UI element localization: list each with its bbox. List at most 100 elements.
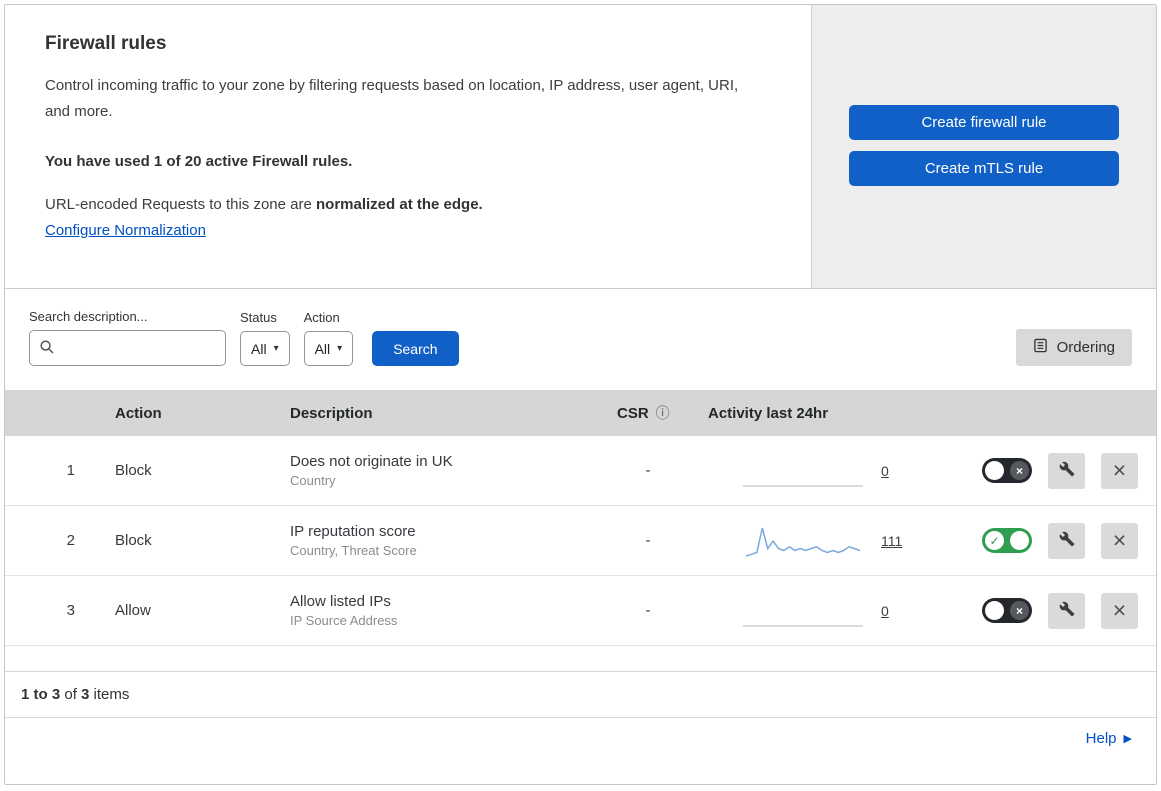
column-description: Description: [290, 404, 373, 422]
action-label: Action: [303, 310, 340, 325]
rule-priority: 1: [66, 462, 75, 479]
chevron-down-icon: ▾: [273, 343, 279, 354]
rule-enabled-toggle[interactable]: [982, 458, 1032, 483]
rule-criteria: Country, Threat Score: [290, 543, 417, 558]
search-box: [29, 330, 226, 366]
rule-action: Block: [115, 462, 152, 479]
wrench-icon: [1059, 461, 1075, 480]
items-suffix: items: [89, 686, 130, 703]
delete-rule-button[interactable]: ×: [1101, 522, 1138, 559]
status-filter: Status All ▾: [240, 310, 290, 366]
filter-bar: Search description... Status All ▾ Actio…: [5, 289, 1156, 390]
column-csr: CSR ⓘ: [603, 403, 693, 423]
toggle-state-icon: [1010, 461, 1029, 480]
arrow-right-icon: ▶: [1123, 733, 1132, 745]
delete-rule-button[interactable]: ×: [1101, 592, 1138, 629]
toggle-state-icon: [1010, 601, 1029, 620]
search-filter: Search description...: [29, 309, 226, 366]
table-footer-spacer: [5, 646, 1156, 672]
activity-count-link[interactable]: 111: [881, 533, 905, 549]
rule-csr-value: -: [645, 602, 651, 619]
action-dropdown-value: All: [314, 340, 331, 357]
help-bar: Help ▶: [5, 718, 1156, 760]
search-button[interactable]: Search: [372, 331, 459, 366]
rule-description-cell: IP reputation score Country, Threat Scor…: [273, 523, 603, 558]
rules-table: Action Description CSR ⓘ Activity last 2…: [5, 390, 1156, 646]
rule-criteria: Country: [290, 473, 336, 488]
edit-rule-button[interactable]: [1048, 592, 1085, 629]
ordering-button[interactable]: Ordering: [1015, 329, 1132, 366]
activity-sparkline: [743, 521, 863, 561]
toggle-knob: [1010, 531, 1029, 550]
normalization-note: URL-encoded Requests to this zone are no…: [45, 196, 771, 213]
normalization-bold: normalized at the edge.: [316, 195, 483, 213]
table-row: 3 Allow Allow listed IPs IP Source Addre…: [5, 576, 1156, 646]
page-header: Firewall rules Control incoming traffic …: [5, 5, 1156, 289]
rule-description-cell: Does not originate in UK Country: [273, 453, 603, 488]
column-action: Action: [115, 404, 162, 422]
search-icon: [39, 339, 55, 360]
edit-rule-button[interactable]: [1048, 522, 1085, 559]
rule-csr-value: -: [645, 532, 651, 549]
usage-summary: You have used 1 of 20 active Firewall ru…: [45, 152, 353, 170]
status-label: Status: [240, 310, 277, 325]
normalization-text: URL-encoded Requests to this zone are: [45, 195, 316, 213]
table-row: 1 Block Does not originate in UK Country…: [5, 436, 1156, 506]
toggle-state-icon: [985, 531, 1004, 550]
items-of: of: [60, 686, 82, 703]
close-icon: ×: [1112, 457, 1127, 483]
info-icon[interactable]: ⓘ: [656, 403, 670, 423]
header-actions-panel: Create firewall rule Create mTLS rule: [811, 5, 1156, 288]
chevron-down-icon: ▾: [337, 343, 343, 354]
edit-rule-button[interactable]: [1048, 452, 1085, 489]
items-range: 1 to 3: [21, 686, 61, 703]
create-mtls-rule-button[interactable]: Create mTLS rule: [849, 151, 1119, 186]
rule-enabled-toggle[interactable]: [982, 528, 1032, 553]
table-row: 2 Block IP reputation score Country, Thr…: [5, 506, 1156, 576]
activity-sparkline: [743, 451, 863, 491]
rule-controls: ×: [943, 452, 1156, 489]
table-header-row: Action Description CSR ⓘ Activity last 2…: [5, 390, 1156, 436]
rule-enabled-toggle[interactable]: [982, 598, 1032, 623]
rule-activity-cell: 0: [693, 591, 943, 631]
rule-description: Allow listed IPs: [290, 593, 391, 610]
help-label: Help: [1085, 730, 1117, 747]
rule-controls: ×: [943, 522, 1156, 559]
column-csr-label: CSR: [617, 404, 649, 422]
delete-rule-button[interactable]: ×: [1101, 452, 1138, 489]
configure-normalization-link[interactable]: Configure Normalization: [45, 222, 206, 239]
rule-description-cell: Allow listed IPs IP Source Address: [273, 593, 603, 628]
close-icon: ×: [1112, 527, 1127, 553]
help-link[interactable]: Help ▶: [1086, 730, 1132, 747]
rule-controls: ×: [943, 592, 1156, 629]
rule-priority: 3: [66, 602, 75, 619]
rule-criteria: IP Source Address: [290, 613, 398, 628]
toggle-knob: [985, 601, 1004, 620]
status-dropdown[interactable]: All ▾: [240, 331, 290, 366]
close-icon: ×: [1112, 597, 1127, 623]
firewall-rules-page: Firewall rules Control incoming traffic …: [4, 4, 1157, 785]
activity-sparkline: [743, 591, 863, 631]
rule-priority: 2: [66, 532, 75, 549]
rule-action: Block: [115, 532, 152, 549]
list-ordering-icon: [1033, 338, 1048, 357]
create-firewall-rule-button[interactable]: Create firewall rule: [849, 105, 1119, 140]
page-description: Control incoming traffic to your zone by…: [45, 77, 739, 121]
rule-description: Does not originate in UK: [290, 453, 453, 470]
action-filter: Action All ▾: [303, 310, 354, 366]
rule-action: Allow: [115, 602, 151, 619]
status-dropdown-value: All: [251, 340, 267, 357]
activity-count-link[interactable]: 0: [881, 463, 905, 479]
activity-count-link[interactable]: 0: [881, 603, 905, 619]
rule-csr-value: -: [645, 462, 651, 479]
action-dropdown[interactable]: All ▾: [303, 331, 354, 366]
wrench-icon: [1059, 531, 1075, 550]
search-input[interactable]: [29, 330, 226, 366]
ordering-button-label: Ordering: [1056, 339, 1115, 356]
search-label: Search description...: [29, 309, 148, 324]
toggle-knob: [985, 461, 1004, 480]
items-count: 1 to 3 of 3 items: [5, 672, 1156, 718]
header-content: Firewall rules Control incoming traffic …: [5, 5, 811, 288]
rule-activity-cell: 111: [693, 521, 943, 561]
rule-description: IP reputation score: [290, 523, 416, 540]
